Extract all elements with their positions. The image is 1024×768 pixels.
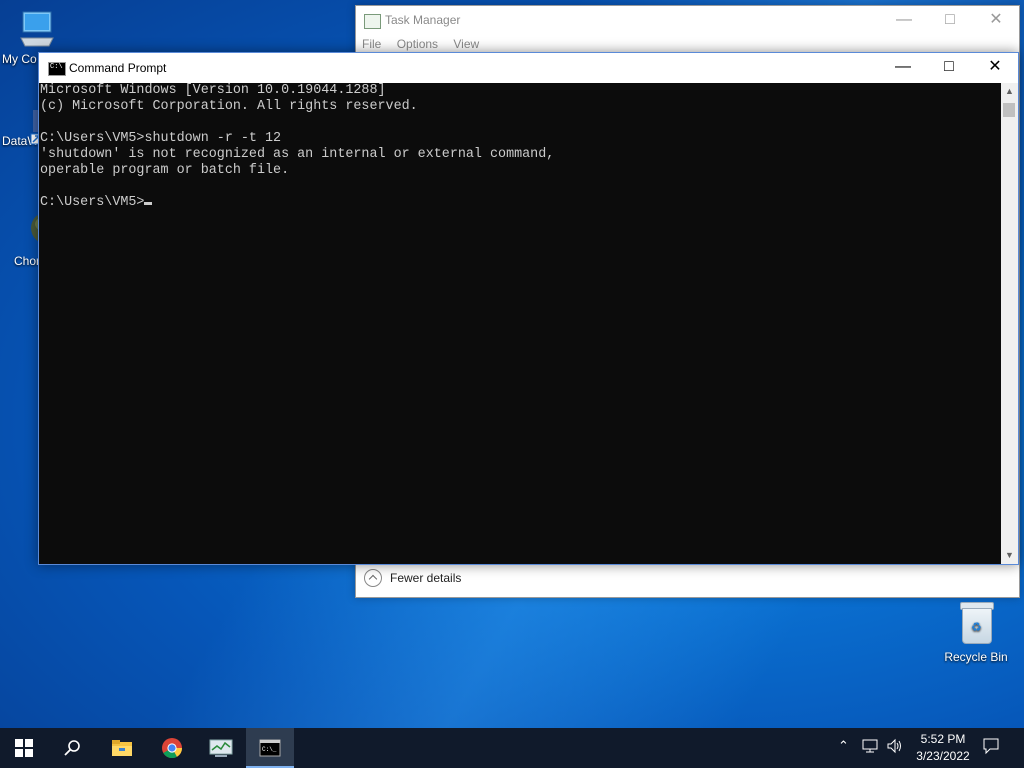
close-button[interactable]: ✕ [972,53,1018,83]
menu-file[interactable]: File [362,37,381,51]
task-manager-titlebar[interactable]: Task Manager — □ ✕ [356,6,1019,36]
task-manager-taskbar-button[interactable] [197,728,245,768]
computer-icon [17,10,57,50]
action-center-button[interactable] [982,737,1000,758]
recycle-bin-icon: ♻ [958,602,994,644]
maximize-button[interactable]: □ [926,53,972,83]
vertical-scrollbar[interactable]: ▲ ▼ [1001,83,1018,564]
task-manager-icon [364,14,381,29]
console-line: 'shutdown' is not recognized as an inter… [40,147,555,162]
command-prompt-icon: C:\_ [259,739,281,757]
command-prompt-title: Command Prompt [69,61,167,75]
clock-date: 3/23/2022 [916,749,970,763]
command-prompt-icon [48,62,66,76]
menu-view[interactable]: View [453,37,479,51]
minimize-button[interactable]: — [880,53,926,83]
fewer-details-link[interactable]: Fewer details [390,571,461,585]
recycle-bin-label: Recycle Bin [944,650,1008,664]
chrome-icon [162,738,183,759]
scrollbar-thumb[interactable] [1003,103,1015,117]
network-icon[interactable] [862,738,880,757]
scroll-up-arrow-icon[interactable]: ▲ [1001,83,1018,100]
text-cursor [144,202,153,205]
console-prompt: C:\Users\VM5> [40,195,145,210]
task-manager-title: Task Manager [385,13,461,27]
taskbar-clock[interactable]: 5:52 PM 3/23/2022 [908,731,978,765]
taskbar: C:\_ ⌃ 5:52 PM 3/23/2022 [0,728,1024,768]
console-line: operable program or batch file. [40,163,290,178]
console-line: (c) Microsoft Corporation. All rights re… [40,99,418,114]
search-button[interactable] [48,728,96,768]
clock-time: 5:52 PM [920,732,966,746]
minimize-button[interactable]: — [881,6,927,36]
chrome-button[interactable] [148,728,196,768]
search-icon [64,740,80,756]
windows-logo-icon [15,739,33,757]
volume-icon[interactable] [886,738,904,757]
task-manager-icon [209,739,233,757]
console-line: C:\Users\VM5>shutdown -r -t 12 [40,131,282,146]
folder-icon [112,740,132,756]
file-explorer-button[interactable] [98,728,146,768]
chevron-up-icon[interactable]: ⌃ [838,738,849,754]
notification-icon [983,738,999,755]
command-prompt-titlebar[interactable]: Command Prompt — □ ✕ [39,53,1018,83]
scroll-down-arrow-icon[interactable]: ▼ [1001,547,1018,564]
command-prompt-window[interactable]: Command Prompt — □ ✕ Microsoft Windows [… [38,52,1019,565]
console-output[interactable]: Microsoft Windows [Version 10.0.19044.12… [40,83,1000,563]
console-line: Microsoft Windows [Version 10.0.19044.12… [40,83,386,98]
svg-text:C:\_: C:\_ [262,746,277,753]
close-button[interactable]: ✕ [973,6,1019,36]
console-prompt-line: C:\Users\VM5> [40,195,1000,211]
menu-options[interactable]: Options [397,37,438,51]
chevron-up-icon[interactable] [364,569,382,587]
maximize-button[interactable]: □ [927,6,973,36]
task-manager-footer: Fewer details [356,562,1019,597]
desktop-icon-recycle-bin[interactable]: ♻ Recycle Bin [940,602,1012,664]
task-manager-menubar: File Options View [362,37,491,51]
start-button[interactable] [0,728,48,768]
command-prompt-taskbar-button[interactable]: C:\_ [246,728,294,768]
